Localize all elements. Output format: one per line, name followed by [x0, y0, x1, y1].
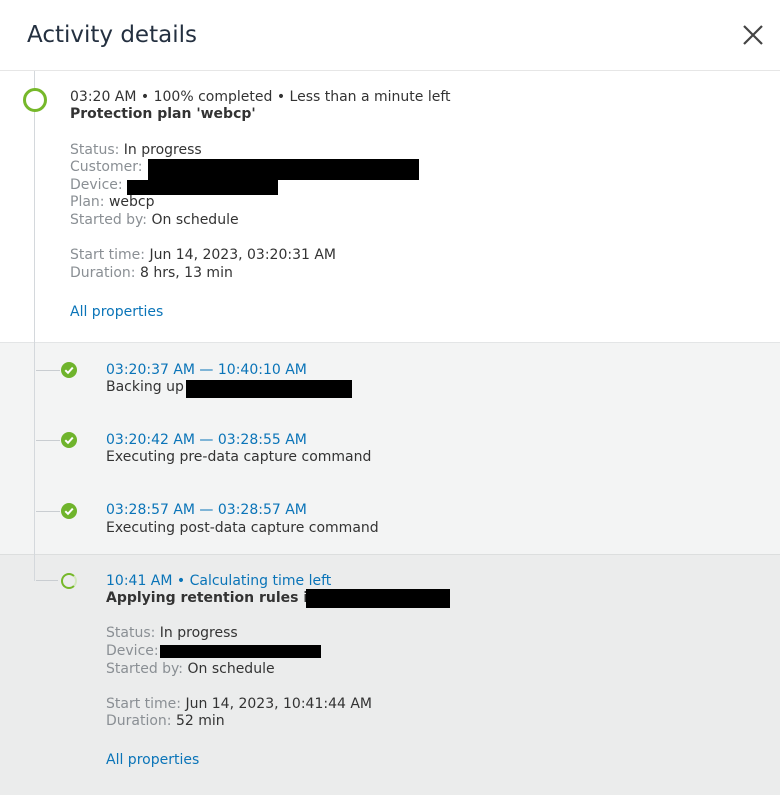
start-time-row: Start time: Jun 14, 2023, 03:20:31 AM [70, 247, 337, 263]
redacted-backup-target [186, 380, 352, 398]
device-label: Device: [70, 177, 123, 193]
step-time: 03:20:42 AM — 03:28:55 AM [106, 432, 307, 448]
step-description: Executing pre-data capture command [106, 449, 372, 465]
in-progress-ring-icon [23, 88, 47, 112]
device-label: Device: [106, 643, 159, 659]
close-icon[interactable] [740, 22, 766, 48]
dialog-header: Activity details [0, 0, 780, 71]
step-description: Backing up [106, 379, 184, 395]
dialog-title: Activity details [27, 22, 197, 48]
spinner-icon [61, 573, 77, 589]
check-circle-icon [61, 432, 77, 448]
timeline-tick [36, 511, 60, 512]
timeline-line [34, 71, 35, 581]
plan-row: Plan: webcp [70, 194, 155, 210]
step-time: 03:28:57 AM — 03:28:57 AM [106, 502, 307, 518]
step-time: 03:20:37 AM — 10:40:10 AM [106, 362, 307, 378]
redacted-device [160, 645, 321, 658]
started-by-row: Started by: On schedule [106, 661, 275, 677]
start-time-row: Start time: Jun 14, 2023, 10:41:44 AM [106, 696, 373, 712]
redacted-retention-target [306, 589, 450, 608]
started-by-row: Started by: On schedule [70, 212, 239, 228]
duration-row: Duration: 52 min [106, 713, 225, 729]
activity-name: Protection plan 'webcp' [70, 106, 256, 122]
check-circle-icon [61, 362, 77, 378]
status-row: Status: In progress [106, 625, 238, 641]
redacted-customer [148, 159, 419, 180]
status-row: Status: In progress [70, 142, 202, 158]
current-step-name: Applying retention rules in [106, 590, 319, 606]
activity-summary: 03:20 AM • 100% completed • Less than a … [70, 89, 451, 105]
timeline-tick [36, 370, 60, 371]
timeline-tick [36, 440, 60, 441]
step-description: Executing post-data capture command [106, 520, 379, 536]
all-properties-link[interactable]: All properties [70, 303, 163, 321]
customer-label: Customer: [70, 159, 143, 175]
check-circle-icon [61, 503, 77, 519]
timeline-tick [36, 580, 58, 581]
duration-row: Duration: 8 hrs, 13 min [70, 265, 233, 281]
all-properties-link[interactable]: All properties [106, 751, 199, 769]
current-step-summary: 10:41 AM • Calculating time left [106, 573, 332, 589]
